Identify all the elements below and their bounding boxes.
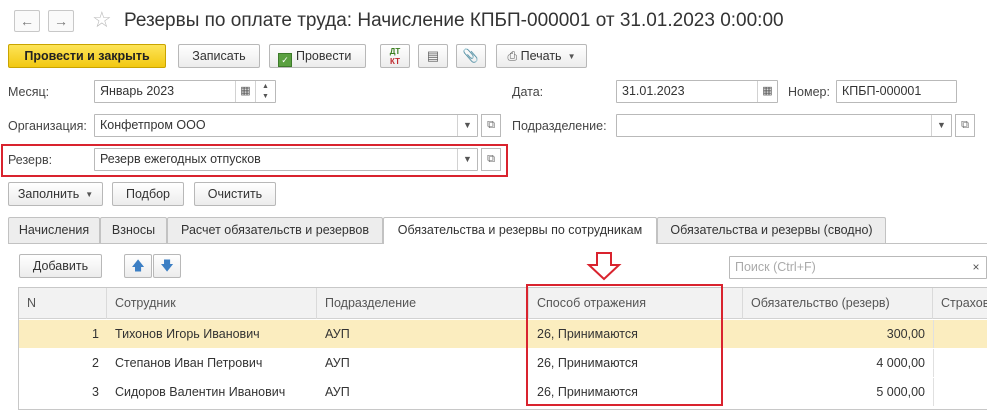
chevron-down-icon: ▼ <box>85 189 94 199</box>
post-button[interactable]: ✓ Провести <box>269 44 366 68</box>
move-up-button[interactable]: 🡅 <box>124 254 152 278</box>
dt-kt-icon: ДТ КТ <box>389 47 401 66</box>
dt-kt-button[interactable]: ДТ КТ <box>380 44 410 68</box>
column-header-insurance[interactable]: Страхов <box>933 288 987 319</box>
tab-contributions[interactable]: Взносы <box>100 217 167 243</box>
tab-calculation[interactable]: Расчет обязательств и резервов <box>167 217 383 243</box>
column-header-department[interactable]: Подразделение <box>317 288 529 319</box>
employee-cell: Степанов Иван Петрович <box>115 356 263 370</box>
table-row[interactable]: 3 Сидоров Валентин Иванович АУП 26, Прин… <box>19 378 987 406</box>
chevron-down-icon[interactable]: ▼ <box>457 115 477 136</box>
favorite-star-icon[interactable]: ☆ <box>92 7 112 33</box>
post-icon: ✓ <box>278 53 292 67</box>
row-divider <box>933 349 934 377</box>
month-label: Месяц: <box>8 85 50 99</box>
print-button[interactable]: ⎙ Печать ▼ <box>496 44 587 68</box>
number-value: КПБП-000001 <box>842 84 922 98</box>
print-button-label: Печать <box>520 49 562 63</box>
list-icon: ▤ <box>426 48 440 63</box>
table-row[interactable]: 2 Степанов Иван Петрович АУП 26, Принима… <box>19 349 987 377</box>
row-divider <box>933 320 934 348</box>
search-input[interactable]: Поиск (Ctrl+F) × <box>729 256 987 279</box>
open-organization-button[interactable]: ⧉ <box>481 114 501 137</box>
printer-icon: ⎙ <box>507 49 518 63</box>
fill-button-label: Заполнить <box>17 187 80 201</box>
page-title: Резервы по оплате труда: Начисление КПБП… <box>124 10 784 31</box>
date-value: 31.01.2023 <box>622 84 685 98</box>
clear-button[interactable]: Очистить <box>194 182 276 206</box>
number-field[interactable]: КПБП-000001 <box>836 80 957 103</box>
clear-search-icon[interactable]: × <box>966 257 986 278</box>
open-department-button[interactable]: ⧉ <box>955 114 975 137</box>
method-column-highlight-box <box>526 284 723 406</box>
month-value: Январь 2023 <box>100 84 175 98</box>
tab-accruals[interactable]: Начисления <box>8 217 100 243</box>
obligation-cell: 5 000,00 <box>876 385 925 399</box>
tab-obligations-by-employees[interactable]: Обязательства и резервы по сотрудникам <box>383 217 657 244</box>
month-field[interactable]: Январь 2023 ▦ ▲ ▼ <box>94 80 276 103</box>
column-header-n[interactable]: N <box>19 288 107 319</box>
department-field[interactable]: ▼ <box>616 114 952 137</box>
paperclip-icon: 📎 <box>462 48 480 63</box>
employee-cell: Сидоров Валентин Иванович <box>115 385 286 399</box>
post-and-close-button[interactable]: Провести и закрыть <box>8 44 166 68</box>
attach-button[interactable]: 📎 <box>456 44 486 68</box>
chevron-down-icon[interactable]: ▼ <box>457 149 477 170</box>
date-field[interactable]: 31.01.2023 ▦ <box>616 80 778 103</box>
arrow-up-icon: 🡅 <box>131 258 145 273</box>
number-label: Номер: <box>788 85 830 99</box>
fill-button[interactable]: Заполнить ▼ <box>8 182 103 206</box>
column-header-employee[interactable]: Сотрудник <box>107 288 317 319</box>
reserve-label: Резерв: <box>8 153 53 167</box>
select-button[interactable]: Подбор <box>112 182 184 206</box>
table-row[interactable]: 1 Тихонов Игорь Иванович АУП 26, Принима… <box>19 320 987 348</box>
open-icon: ⧉ <box>961 119 969 131</box>
table-header: N Сотрудник Подразделение Способ отражен… <box>19 288 987 319</box>
open-reserve-button[interactable]: ⧉ <box>481 148 501 171</box>
organization-field[interactable]: Конфетпром ООО ▼ <box>94 114 478 137</box>
calendar-icon[interactable]: ▦ <box>757 81 777 102</box>
tab-obligations-summary[interactable]: Обязательства и резервы (сводно) <box>657 217 886 243</box>
department-cell: АУП <box>325 385 350 399</box>
department-label: Подразделение: <box>512 119 607 133</box>
organization-value: Конфетпром ООО <box>100 118 206 132</box>
obligation-cell: 300,00 <box>886 327 925 341</box>
column-header-obligation[interactable]: Обязательство (резерв) <box>743 288 933 319</box>
arrow-left-icon: ← <box>20 13 34 29</box>
reserve-value: Резерв ежегодных отпусков <box>100 152 261 166</box>
add-button[interactable]: Добавить <box>19 254 102 278</box>
reserve-field[interactable]: Резерв ежегодных отпусков ▼ <box>94 148 478 171</box>
calendar-icon[interactable]: ▦ <box>235 81 255 102</box>
chevron-down-icon[interactable]: ▼ <box>931 115 951 136</box>
arrow-down-icon: 🡇 <box>160 258 174 273</box>
forward-button[interactable]: → <box>48 10 74 32</box>
search-placeholder: Поиск (Ctrl+F) <box>735 260 816 274</box>
employees-table: N Сотрудник Подразделение Способ отражен… <box>18 287 987 410</box>
arrow-down-annotation-icon <box>586 252 622 281</box>
row-divider <box>933 378 934 406</box>
row-number: 2 <box>92 356 99 370</box>
chevron-down-icon: ▼ <box>567 51 576 61</box>
move-down-button[interactable]: 🡇 <box>153 254 181 278</box>
date-label: Дата: <box>512 85 544 99</box>
organization-label: Организация: <box>8 119 87 133</box>
month-spinner[interactable]: ▲ ▼ <box>255 81 275 102</box>
open-icon: ⧉ <box>487 119 495 131</box>
row-number: 3 <box>92 385 99 399</box>
obligation-cell: 4 000,00 <box>876 356 925 370</box>
department-cell: АУП <box>325 356 350 370</box>
post-button-label: Провести <box>296 49 352 63</box>
back-button[interactable]: ← <box>14 10 40 32</box>
open-icon: ⧉ <box>487 153 495 165</box>
save-button[interactable]: Записать <box>178 44 260 68</box>
department-cell: АУП <box>325 327 350 341</box>
arrow-right-icon: → <box>54 13 68 29</box>
row-number: 1 <box>92 327 99 341</box>
employee-cell: Тихонов Игорь Иванович <box>115 327 260 341</box>
report-button[interactable]: ▤ <box>418 44 448 68</box>
